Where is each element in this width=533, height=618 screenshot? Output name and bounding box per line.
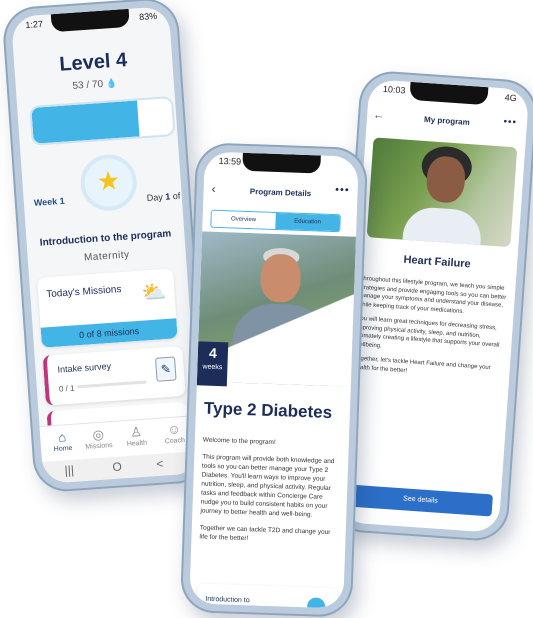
- program-title: Type 2 Diabetes: [203, 398, 333, 423]
- star-icon: ★: [95, 164, 122, 197]
- status-time: 10:03: [382, 83, 406, 96]
- survey-title: Intake survey: [57, 360, 112, 375]
- program-title: Heart Failure: [403, 253, 472, 271]
- notch: [50, 8, 130, 33]
- battery-status: 83%: [138, 10, 158, 23]
- tab-education[interactable]: Education: [275, 212, 340, 232]
- missions-card[interactable]: Today's Missions ⛅ 0 of 8 missions: [37, 268, 178, 348]
- play-circle-icon: [306, 597, 326, 609]
- description-paragraph: You will learn great techniques for decr…: [354, 315, 500, 349]
- more-options-icon[interactable]: •••: [503, 116, 517, 128]
- notch: [242, 152, 321, 174]
- introduction-card-label: Introduction to: [205, 595, 250, 605]
- tab-home[interactable]: ⌂ Home: [44, 428, 82, 453]
- survey-card[interactable]: Intake survey 0 / 1 ✎: [42, 345, 186, 406]
- intro-subtitle: Maternity: [83, 249, 130, 264]
- survey-progress-bar: [76, 380, 147, 389]
- day-label: Day 1 of 7: [146, 190, 188, 203]
- tab-health[interactable]: ♙ Health: [118, 423, 156, 448]
- water-drop-icon: 💧: [105, 77, 118, 89]
- missions-title: Today's Missions: [45, 284, 122, 301]
- day-suffix: of 7: [169, 190, 189, 202]
- tab-overview[interactable]: Overview: [211, 210, 276, 229]
- description-paragraph: Throughout this lifestyle program, we te…: [357, 275, 507, 315]
- segmented-tabs: Overview Education: [210, 209, 341, 233]
- person-body: [401, 205, 483, 248]
- program-details-screen: 13:59 ‹ Program Details ••• Overview Edu…: [189, 151, 359, 609]
- weeks-number: 4: [208, 344, 218, 361]
- tab-home-label: Home: [53, 444, 73, 454]
- hero-image: [366, 137, 518, 248]
- program-description: Welcome to the program! This program wil…: [199, 436, 343, 555]
- recents-button[interactable]: |||: [64, 463, 74, 478]
- description-paragraph: Together we can tackle T2D and change yo…: [199, 524, 331, 543]
- person-face: [425, 155, 467, 204]
- survey-count: 0 / 1: [58, 383, 75, 394]
- missions-progress: 0 of 8 missions: [40, 318, 178, 348]
- program-description: Throughout this lifestyle program, we te…: [353, 275, 508, 388]
- level-progress-bar: [29, 95, 176, 146]
- status-time: 1:27: [25, 18, 44, 31]
- description-paragraph: Welcome to the program!: [202, 436, 276, 447]
- header: ‹ Program Details •••: [203, 179, 358, 208]
- tab-missions[interactable]: ◎ Missions: [80, 426, 118, 451]
- back-button[interactable]: <: [156, 457, 164, 471]
- health-icon: ♙: [129, 423, 143, 440]
- description-paragraph: This program will provide both knowledge…: [200, 453, 335, 519]
- sun-cloud-icon: ⛅: [140, 280, 168, 305]
- level-screen: 1:27 83% Level 4 53 / 70 💧 ★ Week 1 Day …: [10, 6, 202, 484]
- my-program-screen: 10:03 4G ← My program ••• Heart Failure …: [338, 78, 530, 534]
- home-button[interactable]: O: [112, 459, 122, 474]
- day-prefix: Day: [146, 191, 166, 204]
- more-options-icon[interactable]: •••: [335, 184, 350, 197]
- level-progress-fill: [31, 100, 140, 144]
- weeks-label: weeks: [202, 363, 223, 372]
- weeks-badge: 4 weeks: [196, 341, 229, 387]
- phone-level: 1:27 83% Level 4 53 / 70 💧 ★ Week 1 Day …: [1, 0, 211, 494]
- level-count-text: 53 / 70: [72, 78, 104, 92]
- network-status: 4G: [504, 92, 518, 104]
- see-details-button[interactable]: See details: [347, 484, 493, 517]
- description-paragraph: Together, let's tackle Heart Failure and…: [353, 355, 491, 374]
- introduction-card[interactable]: Introduction to: [196, 583, 338, 609]
- star-badge[interactable]: ★: [78, 152, 139, 213]
- tab-health-label: Health: [126, 439, 148, 449]
- header: ← My program •••: [366, 109, 527, 140]
- home-icon: ⌂: [57, 429, 67, 445]
- edit-form-icon: ✎: [154, 356, 177, 382]
- notch: [409, 81, 489, 106]
- phone-program-details: 13:59 ‹ Program Details ••• Overview Edu…: [179, 142, 369, 618]
- tab-coach-label: Coach: [164, 436, 186, 446]
- tab-missions-label: Missions: [85, 442, 113, 451]
- week-label: Week 1: [33, 195, 66, 208]
- status-time: 13:59: [218, 155, 242, 167]
